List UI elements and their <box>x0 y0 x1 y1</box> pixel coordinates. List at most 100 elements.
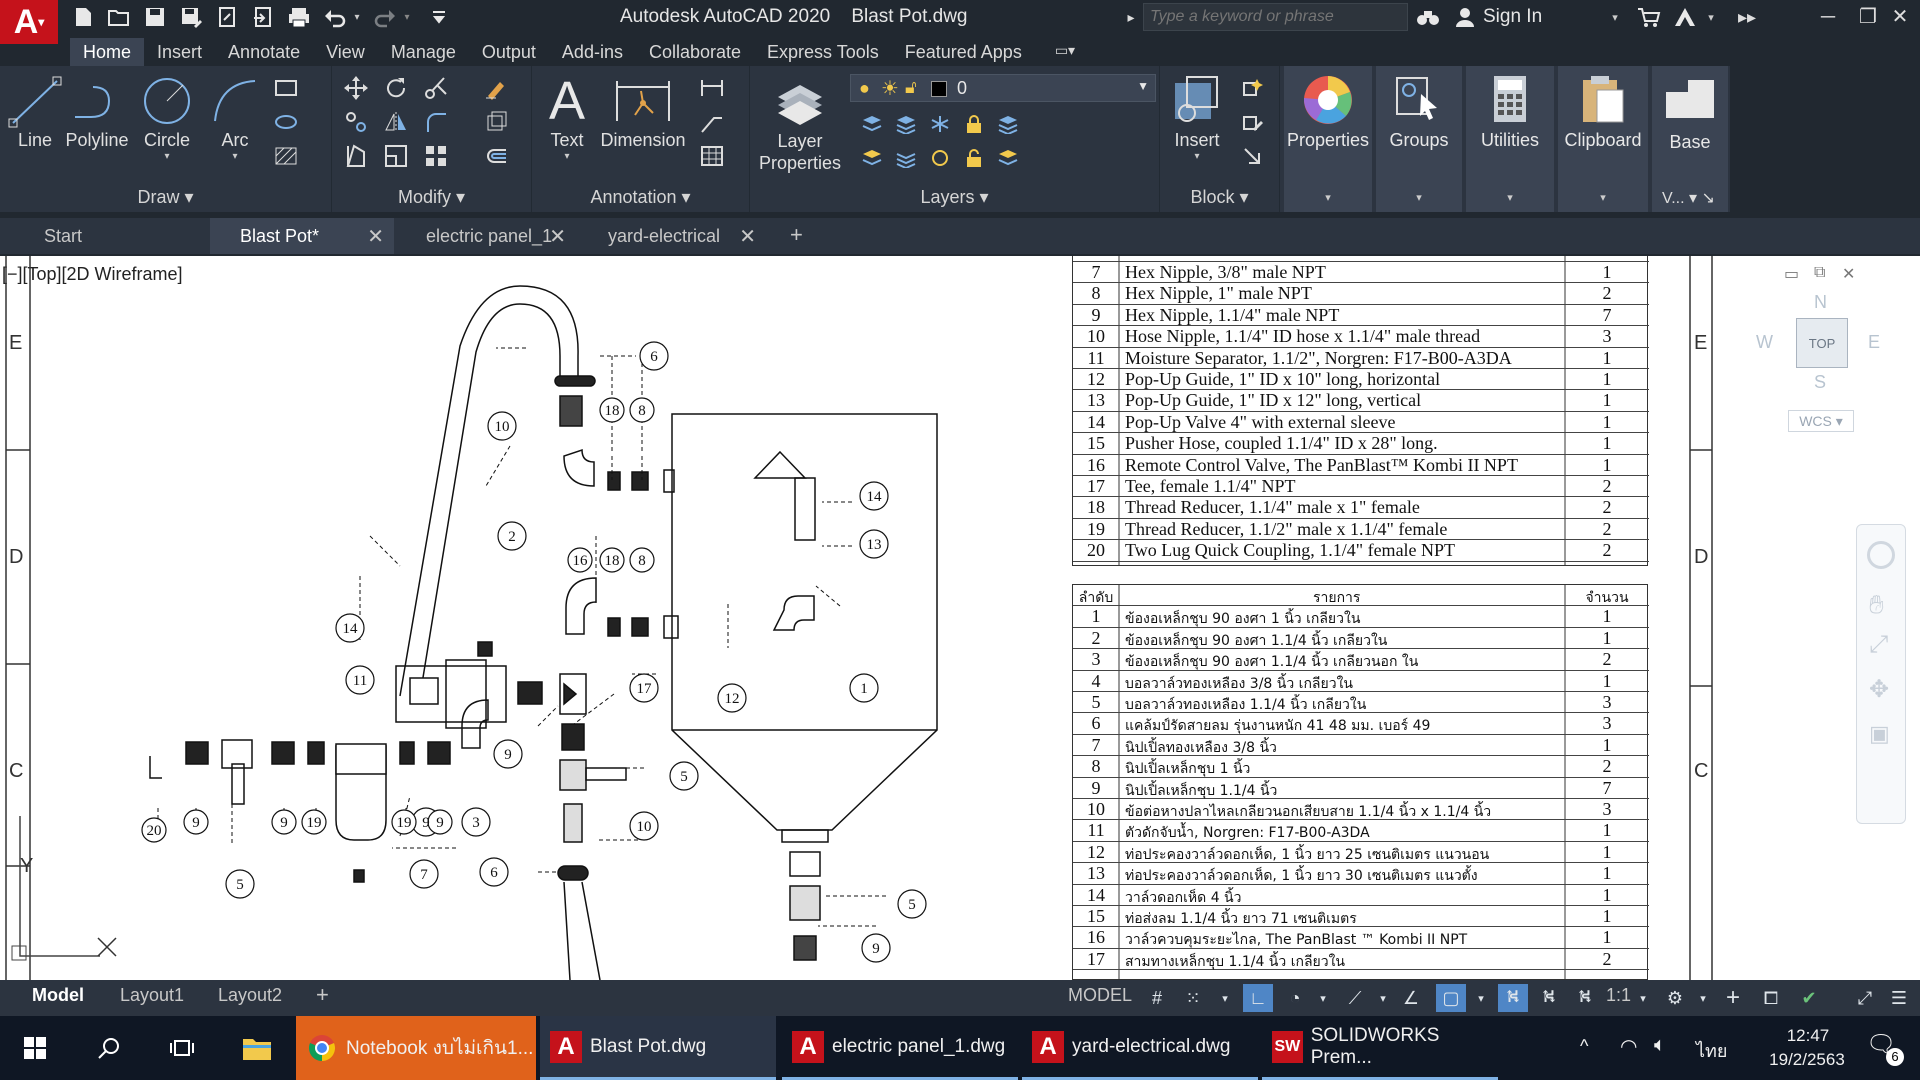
layer-thaw-icon[interactable] <box>926 144 954 172</box>
block-panel-label[interactable]: Block ▾ <box>1160 187 1279 208</box>
model-tab[interactable]: Model <box>32 985 84 1006</box>
task-view-icon[interactable] <box>160 1016 206 1080</box>
zoom-extents-icon[interactable]: ⤢ <box>1869 631 1888 659</box>
annotation-monitor-icon[interactable]: + <box>1718 984 1748 1012</box>
osnap-dropdown-icon[interactable]: ▾ <box>1466 984 1496 1012</box>
tab-yard-electrical[interactable]: yard-electrical ✕ <box>582 218 766 254</box>
compass-east[interactable]: E <box>1868 332 1880 353</box>
clipboard-button[interactable]: Clipboard ▾ <box>1558 66 1648 212</box>
text-tool[interactable]: A Text ▾ <box>532 71 602 162</box>
compass-west[interactable]: W <box>1756 332 1773 353</box>
customization-menu-icon[interactable]: ☰ <box>1884 984 1914 1012</box>
maximize-viewport-icon[interactable]: ⧉ <box>1814 264 1825 282</box>
leader-icon[interactable] <box>698 108 726 136</box>
stretch-icon[interactable] <box>342 142 370 170</box>
tab-add-ins[interactable]: Add-ins <box>549 38 636 68</box>
annotation-panel-label[interactable]: Annotation ▾ <box>532 187 749 208</box>
layer-properties-tool[interactable]: Layer Properties <box>754 72 846 174</box>
binoculars-icon[interactable] <box>1415 4 1441 30</box>
windows-start-icon[interactable] <box>14 1016 62 1080</box>
draw-panel-label[interactable]: Draw ▾ <box>0 187 331 208</box>
wifi-icon[interactable]: ◠ <box>1620 1034 1637 1059</box>
layer-unlock-icon[interactable] <box>960 144 988 172</box>
orbit-icon[interactable]: ✥ <box>1869 675 1889 704</box>
layout1-tab[interactable]: Layout1 <box>120 985 184 1006</box>
tab-collaborate[interactable]: Collaborate <box>636 38 754 68</box>
explode-icon[interactable] <box>482 108 510 136</box>
clean-screen-icon[interactable]: ⤢ <box>1850 984 1880 1012</box>
modify-panel-label[interactable]: Modify ▾ <box>332 187 531 208</box>
table-icon[interactable] <box>698 142 726 170</box>
layer-dropdown[interactable]: ● ☀ 🔓︎ 0 ▼ <box>850 74 1156 102</box>
drawing-canvas[interactable]: [−][Top][2D Wireframe] Y E D C E D C 6 1… <box>0 256 1920 980</box>
save-icon[interactable] <box>142 4 168 30</box>
properties-button[interactable]: Properties ▾ <box>1284 66 1372 212</box>
trim-icon[interactable] <box>422 74 450 102</box>
create-block-icon[interactable] <box>1238 74 1266 102</box>
undo-dropdown-icon[interactable]: ▾ <box>350 4 364 30</box>
object-snap-tracking-icon[interactable]: ∠ <box>1396 984 1426 1012</box>
move-icon[interactable] <box>342 74 370 102</box>
tab-manage[interactable]: Manage <box>378 38 469 68</box>
annotation-scale-icon[interactable]: ⛕ <box>1570 984 1600 1012</box>
show-hidden-icons[interactable]: ^ <box>1580 1036 1588 1057</box>
close-tab-icon[interactable]: ✕ <box>549 224 566 249</box>
polar-tracking-icon[interactable]: ◔ <box>1280 984 1310 1012</box>
search-input[interactable] <box>1143 3 1408 31</box>
insert-block-tool[interactable]: Insert ▾ <box>1162 72 1232 162</box>
showmotion-icon[interactable]: ▣ <box>1869 721 1890 747</box>
account-dropdown-icon[interactable]: ▾ <box>1698 4 1724 30</box>
arc-tool[interactable]: Arc ▾ <box>200 72 270 162</box>
taskbar-chrome-notebook[interactable]: Notebook งบไม่เกิน1... <box>296 1016 536 1080</box>
redo-dropdown-icon[interactable]: ▾ <box>400 4 414 30</box>
layer-off-icon[interactable] <box>858 110 886 138</box>
open-folder-icon[interactable] <box>106 4 132 30</box>
undo-icon[interactable] <box>322 4 348 30</box>
autodesk-account-icon[interactable] <box>1672 4 1698 30</box>
layer-match-icon[interactable] <box>994 110 1022 138</box>
tab-view[interactable]: View <box>313 38 378 68</box>
copy-icon[interactable] <box>342 108 370 136</box>
linear-dimension-icon[interactable] <box>698 74 726 102</box>
edit-block-icon[interactable] <box>1238 108 1266 136</box>
dimension-tool[interactable]: Dimension <box>600 72 686 151</box>
autocad-app-menu-button[interactable]: A▾ <box>0 0 58 44</box>
clock-date[interactable]: 19/2/2563 <box>1752 1050 1862 1070</box>
layer-merge-icon[interactable] <box>994 144 1022 172</box>
close-viewport-icon[interactable]: ✕ <box>1842 264 1855 284</box>
annotation-visibility-icon[interactable]: ⛕ <box>1498 984 1528 1012</box>
rectangle-icon[interactable] <box>272 74 300 102</box>
isolate-objects-icon[interactable]: ⧠ <box>1756 984 1786 1012</box>
taskbar-yard-electrical[interactable]: A yard-electrical.dwg <box>1022 1016 1258 1080</box>
viewcube[interactable]: N S E W TOP WCS ▾ <box>1740 292 1910 482</box>
plot-icon[interactable] <box>286 4 312 30</box>
input-language[interactable]: ไทย <box>1696 1036 1727 1065</box>
workspace-dropdown-icon[interactable]: ▾ <box>1688 984 1718 1012</box>
volume-icon[interactable]: 🔈︎ <box>1654 1034 1666 1057</box>
erase-icon[interactable] <box>482 74 510 102</box>
isometric-drafting-icon[interactable]: ⟋ <box>1340 984 1370 1012</box>
edit-attributes-icon[interactable] <box>1238 142 1266 170</box>
layer-isolate-icon[interactable] <box>892 110 920 138</box>
layout2-tab[interactable]: Layout2 <box>218 985 282 1006</box>
clock-time[interactable]: 12:47 <box>1768 1026 1848 1046</box>
model-space-toggle[interactable]: MODEL <box>1068 985 1132 1006</box>
layer-on-icon[interactable] <box>858 144 886 172</box>
scale-dropdown-icon[interactable]: ▾ <box>1628 984 1658 1012</box>
object-snap-icon[interactable]: ▢ <box>1436 984 1466 1012</box>
sign-in-dropdown-icon[interactable]: ▾ <box>1602 4 1628 30</box>
workspace-gear-icon[interactable]: ⚙ <box>1660 984 1690 1012</box>
layers-panel-label[interactable]: Layers ▾ <box>750 187 1159 208</box>
compass-south[interactable]: S <box>1814 372 1826 393</box>
more-icon[interactable]: ▸▸ <box>1734 4 1760 30</box>
tab-featured-apps[interactable]: Featured Apps <box>892 38 1035 68</box>
scale-icon[interactable] <box>382 142 410 170</box>
array-icon[interactable] <box>422 142 450 170</box>
taskbar-electric-panel[interactable]: A electric panel_1.dwg <box>782 1016 1018 1080</box>
tab-express-tools[interactable]: Express Tools <box>754 38 892 68</box>
tab-insert[interactable]: Insert <box>144 38 215 68</box>
snap-mode-icon[interactable]: ⁙ <box>1178 984 1208 1012</box>
isodraft-dropdown-icon[interactable]: ▾ <box>1368 984 1398 1012</box>
compass-north[interactable]: N <box>1814 292 1827 313</box>
offset-icon[interactable] <box>482 142 510 170</box>
